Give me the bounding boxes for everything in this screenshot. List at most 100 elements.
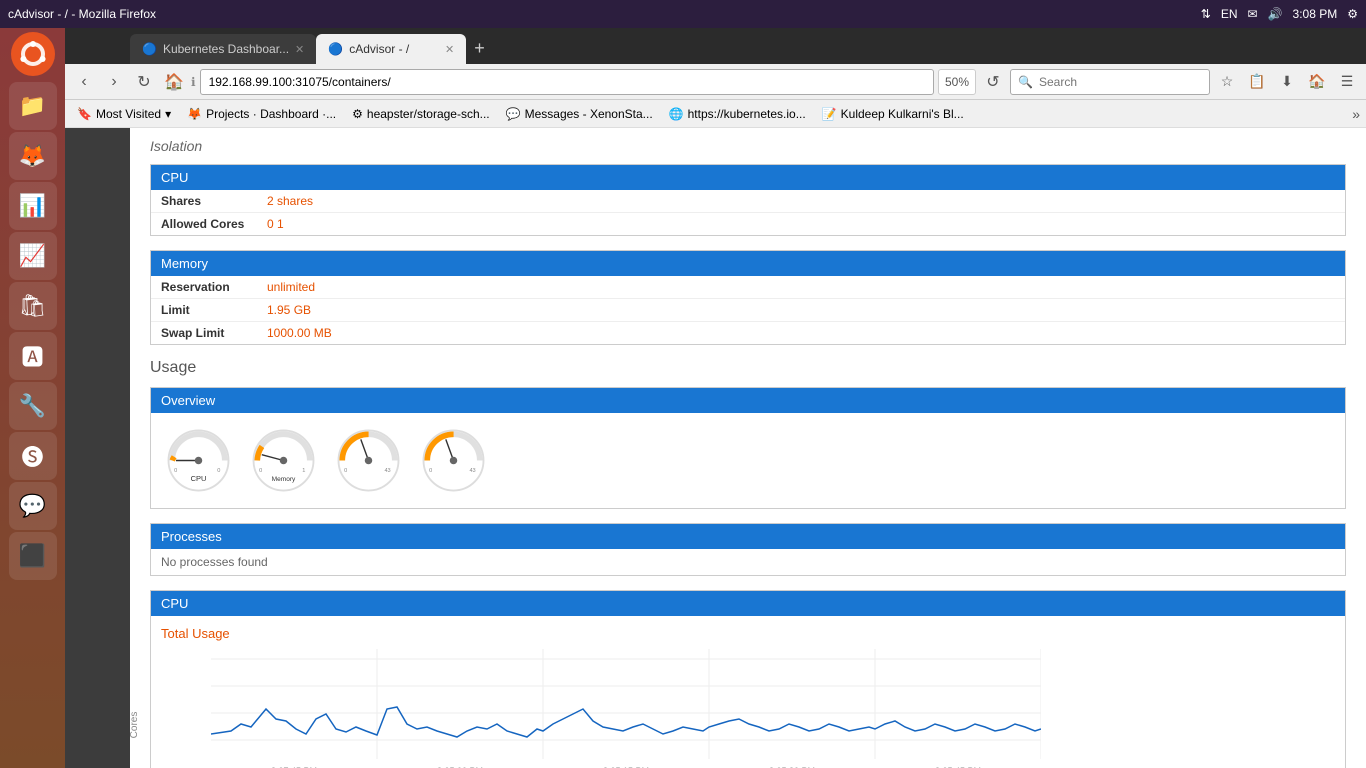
tab-cadvisor-favicon: 🔵 (328, 42, 343, 56)
taskbar-right: ⇅ EN ✉ 🔊 3:08 PM ⚙ (1201, 7, 1358, 21)
menu-button[interactable]: ☰ (1334, 69, 1360, 95)
cpu-chart-header: CPU (151, 591, 1345, 616)
cpu-shares-row: Shares 2 shares (151, 190, 1345, 213)
info-icon: ℹ (191, 75, 196, 89)
ubuntu-icon[interactable] (11, 32, 55, 76)
bookmark-list-button[interactable]: 📋 (1244, 69, 1270, 95)
cpu-cores-label: Allowed Cores (161, 217, 261, 231)
bookmark-most-visited-label: Most Visited (96, 107, 161, 121)
y-axis-label: Cores (130, 711, 140, 738)
bookmark-kubernetes-io-label: https://kubernetes.io... (688, 107, 806, 121)
sidebar-browser-icon[interactable]: 🦊 (9, 132, 57, 180)
tab-bar: 🔵 Kubernetes Dashboar... ✕ 🔵 cAdvisor - … (65, 28, 1366, 64)
gauge-memory: Memory 0 1 (246, 423, 321, 498)
bookmarks-more-button[interactable]: » (1352, 106, 1360, 122)
page-content: Isolation CPU Shares 2 shares Allowed Co… (130, 128, 1366, 768)
cpu-chart-section: CPU Total Usage Cores 0.020 0.015 0.010 (150, 590, 1346, 768)
processes-message: No processes found (151, 549, 1345, 575)
memory-limit-row: Limit 1.95 GB (151, 299, 1345, 322)
taskbar-volume-icon: 🔊 (1268, 7, 1283, 21)
isolation-title: Isolation (150, 138, 1346, 154)
bookmark-kubernetes-io[interactable]: 🌐 https://kubernetes.io... (663, 105, 812, 123)
taskbar-title: cAdvisor - / - Mozilla Firefox (8, 7, 156, 21)
chart-container: Cores 0.020 0.015 0.010 0.005 (161, 649, 1335, 768)
back-button[interactable]: ‹ (71, 69, 97, 95)
tab-kubernetes[interactable]: 🔵 Kubernetes Dashboar... ✕ (130, 34, 316, 64)
svg-text:0: 0 (174, 468, 177, 474)
taskbar-time: 3:08 PM (1293, 7, 1338, 21)
sidebar-sheet-icon[interactable]: 📈 (9, 232, 57, 280)
bookmark-kubernetes-io-icon: 🌐 (669, 107, 684, 121)
bookmark-kuldeep[interactable]: 📝 Kuldeep Kulkarni's Bl... (816, 105, 970, 123)
memory-swap-value: 1000.00 MB (267, 326, 332, 340)
bookmark-heapster-label: heapster/storage-sch... (367, 107, 490, 121)
sidebar-terminal-icon[interactable]: ⬛ (9, 532, 57, 580)
sidebar-files-icon[interactable]: 📁 (9, 82, 57, 130)
bookmark-star-button[interactable]: ☆ (1214, 69, 1240, 95)
bookmark-kuldeep-label: Kuldeep Kulkarni's Bl... (841, 107, 964, 121)
tab-kubernetes-close[interactable]: ✕ (295, 43, 304, 56)
chart-area: Total Usage Cores 0.020 0.015 0.010 0.00… (151, 616, 1345, 768)
sidebar-store-icon[interactable]: 🛍 (9, 282, 57, 330)
refresh-button[interactable]: ↻ (131, 69, 157, 95)
total-usage-label: Total Usage (161, 626, 1335, 641)
memory-swap-label: Swap Limit (161, 326, 261, 340)
bookmark-heapster-icon: ⚙ (352, 107, 363, 121)
download-button[interactable]: ⬇ (1274, 69, 1300, 95)
sidebar-tools-icon[interactable]: 🔧 (9, 382, 57, 430)
bookmark-messages-label: Messages - XenonSta... (525, 107, 653, 121)
memory-reservation-label: Reservation (161, 280, 261, 294)
tab-cadvisor[interactable]: 🔵 cAdvisor - / ✕ (316, 34, 466, 64)
cpu-cores-row: Allowed Cores 0 1 (151, 213, 1345, 235)
cpu-panel: CPU Shares 2 shares Allowed Cores 0 1 (150, 164, 1346, 236)
bookmarks-bar: 🔖 Most Visited ▾ 🦊 Projects · Dashboard … (65, 100, 1366, 128)
processes-panel: Processes No processes found (150, 523, 1346, 576)
memory-panel-header: Memory (151, 251, 1345, 276)
cpu-shares-value: 2 shares (267, 194, 313, 208)
memory-reservation-value: unlimited (267, 280, 315, 294)
bookmark-messages-icon: 💬 (506, 107, 521, 121)
sidebar-amazon-icon[interactable]: 🅰 (9, 332, 57, 380)
url-bar[interactable] (200, 69, 934, 95)
sidebar-s-icon[interactable]: 🅢 (9, 432, 57, 480)
bookmark-messages[interactable]: 💬 Messages - XenonSta... (500, 105, 659, 123)
processes-panel-header: Processes (151, 524, 1345, 549)
taskbar-power-icon: ⚙ (1347, 7, 1358, 21)
taskbar-mail-icon: ✉ (1248, 7, 1258, 21)
gauge-3: 0 43 (331, 423, 406, 498)
usage-title: Usage (150, 359, 1346, 377)
reload-button[interactable]: ↺ (980, 69, 1006, 95)
svg-text:CPU: CPU (191, 474, 207, 483)
search-input[interactable] (1010, 69, 1210, 95)
svg-text:0: 0 (429, 468, 432, 474)
tab-kubernetes-favicon: 🔵 (142, 42, 157, 56)
memory-swap-row: Swap Limit 1000.00 MB (151, 322, 1345, 344)
bookmark-projects[interactable]: 🦊 Projects · Dashboard ·... (181, 105, 342, 123)
svg-text:0: 0 (344, 468, 347, 474)
search-wrap: 🔍 (1010, 69, 1210, 95)
gauge-4: 0 43 (416, 423, 491, 498)
svg-text:1: 1 (302, 468, 305, 474)
forward-button[interactable]: › (101, 69, 127, 95)
bookmark-projects-label: Projects · Dashboard ·... (206, 107, 336, 121)
home-nav-button[interactable]: 🏠 (1304, 69, 1330, 95)
zoom-indicator: 50% (938, 69, 976, 95)
taskbar-icon-1: ⇅ (1201, 7, 1211, 21)
new-tab-button[interactable]: + (466, 38, 493, 59)
sidebar-skype-icon[interactable]: 💬 (9, 482, 57, 530)
tab-cadvisor-close[interactable]: ✕ (445, 43, 454, 56)
memory-limit-value: 1.95 GB (267, 303, 311, 317)
bookmark-most-visited[interactable]: 🔖 Most Visited ▾ (71, 105, 177, 123)
cpu-chart-svg: 0.020 0.015 0.010 0.005 3:07:45 PM (211, 649, 1041, 768)
svg-text:Memory: Memory (272, 476, 296, 483)
cpu-shares-label: Shares (161, 194, 261, 208)
sidebar-calc-icon[interactable]: 📊 (9, 182, 57, 230)
os-taskbar: cAdvisor - / - Mozilla Firefox ⇅ EN ✉ 🔊 … (0, 0, 1366, 28)
cpu-cores-value: 0 1 (267, 217, 284, 231)
bookmark-heapster[interactable]: ⚙ heapster/storage-sch... (346, 105, 496, 123)
bookmark-kuldeep-icon: 📝 (822, 107, 837, 121)
gauge-cpu: CPU 0 0 (161, 423, 236, 498)
memory-reservation-row: Reservation unlimited (151, 276, 1345, 299)
home-button[interactable]: 🏠 (161, 69, 187, 95)
bookmark-projects-icon: 🦊 (187, 107, 202, 121)
